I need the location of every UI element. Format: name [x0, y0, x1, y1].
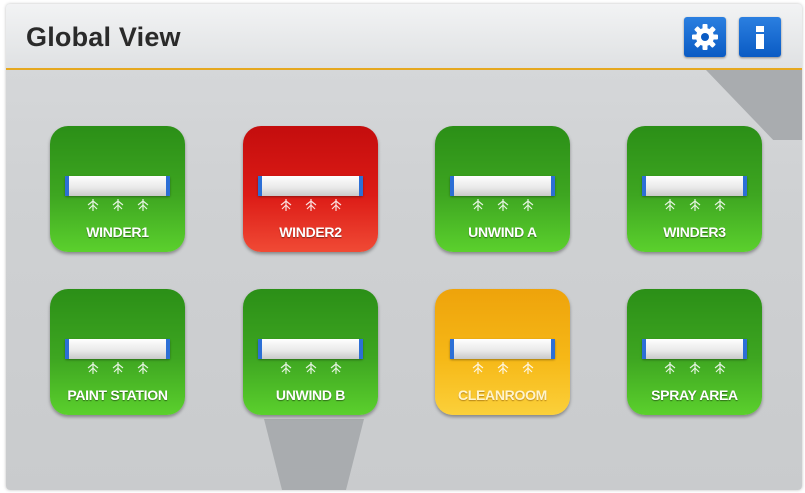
zone-tile-unwind-a[interactable]: UNWIND A	[435, 126, 570, 252]
zone-tile-spray-area[interactable]: SPRAY AREA	[627, 289, 762, 415]
air-curtain-icon	[65, 176, 170, 196]
air-curtain-icon	[65, 339, 170, 359]
air-curtain-icon	[642, 176, 747, 196]
zone-label: WINDER1	[86, 224, 149, 240]
zone-tile-unwind-b[interactable]: UNWIND B	[243, 289, 378, 415]
header-bar: Global View	[6, 4, 802, 70]
airflow-icon	[243, 198, 378, 214]
airflow-icon	[243, 361, 378, 377]
air-curtain-icon	[258, 176, 363, 196]
info-icon	[756, 26, 764, 49]
zone-label: UNWIND A	[468, 224, 537, 240]
airflow-icon	[435, 198, 570, 214]
airflow-icon	[627, 361, 762, 377]
air-curtain-icon	[450, 339, 555, 359]
air-curtain-icon	[450, 176, 555, 196]
decorative-shadow	[264, 419, 364, 490]
zone-tile-winder3[interactable]: WINDER3	[627, 126, 762, 252]
airflow-icon	[627, 198, 762, 214]
zone-label: WINDER3	[663, 224, 726, 240]
airflow-icon	[50, 361, 185, 377]
zone-tile-winder2[interactable]: WINDER2	[243, 126, 378, 252]
zone-label: SPRAY AREA	[651, 387, 738, 403]
page-title: Global View	[26, 22, 181, 52]
zone-tile-paint-station[interactable]: PAINT STATION	[50, 289, 185, 415]
settings-button[interactable]	[684, 17, 726, 57]
gear-icon	[692, 24, 718, 50]
zone-label: UNWIND B	[275, 387, 346, 403]
zone-tile-cleanroom[interactable]: CLEANROOM	[435, 289, 570, 415]
zone-label: CLEANROOM	[457, 387, 548, 403]
zone-tile-winder1[interactable]: WINDER1	[50, 126, 185, 252]
air-curtain-icon	[258, 339, 363, 359]
airflow-icon	[435, 361, 570, 377]
air-curtain-icon	[642, 339, 747, 359]
airflow-icon	[50, 198, 185, 214]
info-button[interactable]	[739, 17, 781, 57]
global-view-panel: Global View WINDER1 WINDER2 UNWIND A WIN…	[6, 4, 802, 490]
zone-label: WINDER2	[279, 224, 342, 240]
zone-label: PAINT STATION	[67, 387, 168, 403]
